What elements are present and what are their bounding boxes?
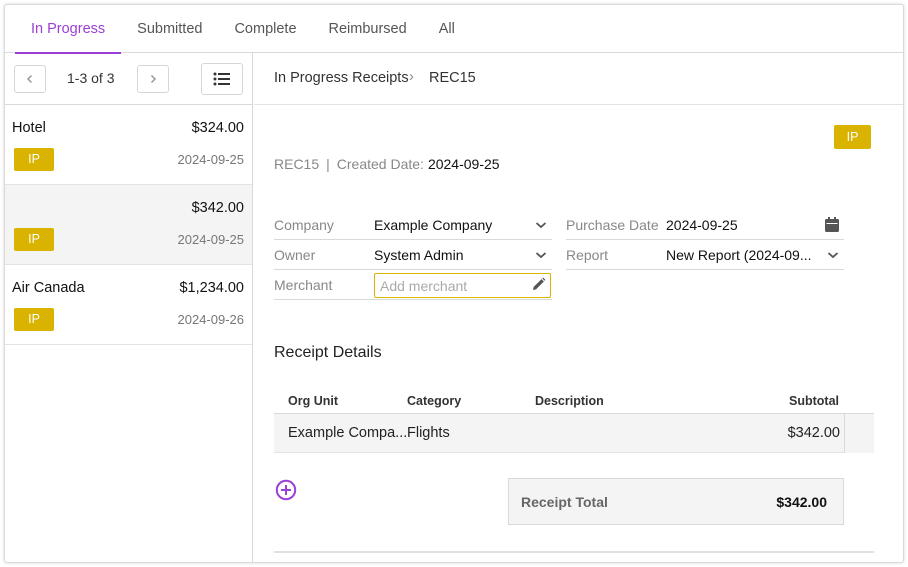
org-unit-header: Org Unit — [288, 394, 338, 408]
report-field[interactable]: Report New Report (2024-09... — [566, 240, 844, 270]
owner-label: Owner — [274, 247, 316, 263]
chevron-down-icon — [535, 252, 547, 259]
subtotal-header: Subtotal — [789, 394, 839, 408]
category-header: Category — [407, 394, 462, 408]
receipt-total-value: $342.00 — [776, 494, 827, 510]
description-header: Description — [535, 394, 604, 408]
receipt-details-heading: Receipt Details — [274, 344, 382, 361]
tab-complete[interactable]: Complete — [218, 5, 312, 53]
app-window: In Progress Submitted Complete Reimburse… — [4, 4, 904, 563]
receipt-date: 2024-09-25 — [177, 232, 245, 247]
purchase-date-value: 2024-09-25 — [666, 217, 738, 233]
row-actions-cell — [844, 414, 874, 453]
receipt-name: Air Canada — [12, 280, 85, 296]
tab-submitted[interactable]: Submitted — [121, 5, 218, 53]
receipt-amount: $342.00 — [191, 200, 244, 216]
owner-value: System Admin — [374, 247, 464, 263]
receipt-meta: REC15 | Created Date: 2024-09-25 — [274, 156, 500, 172]
receipt-list-item[interactable]: Hotel $324.00 IP 2024-09-25 — [5, 105, 252, 185]
created-date-label: Created Date: — [336, 156, 424, 172]
receipt-amount: $1,234.00 — [179, 280, 244, 296]
chevron-down-icon — [827, 252, 839, 259]
tab-in-progress[interactable]: In Progress — [15, 5, 122, 54]
category-cell: Flights — [407, 425, 450, 441]
table-row[interactable]: Example Compa... Flights $342.00 — [274, 414, 874, 453]
report-label: Report — [566, 247, 609, 263]
receipt-id: REC15 — [274, 156, 320, 172]
list-icon — [213, 72, 230, 86]
created-date-value: 2024-09-25 — [427, 156, 500, 172]
company-field[interactable]: Company Example Company — [274, 210, 552, 240]
divider — [274, 551, 874, 553]
merchant-field: Merchant — [274, 270, 552, 300]
status-badge: IP — [14, 228, 54, 251]
receipt-total: Receipt Total $342.00 — [508, 478, 844, 525]
list-view-button[interactable] — [201, 63, 243, 95]
chevron-left-icon — [26, 74, 33, 84]
tab-reimbursed[interactable]: Reimbursed — [313, 5, 423, 53]
merchant-label: Merchant — [274, 277, 333, 293]
receipt-total-label: Receipt Total — [521, 494, 608, 510]
receipt-list-pane: 1-3 of 3 Hotel $324.00 IP 2024-09-25 $34… — [5, 53, 253, 562]
next-page-button[interactable] — [137, 65, 169, 93]
pager: 1-3 of 3 — [5, 53, 252, 105]
add-line-item-icon[interactable] — [275, 479, 297, 501]
receipt-date: 2024-09-25 — [177, 152, 245, 167]
receipt-detail-pane: In Progress Receipts › REC15 IP REC15 | Cr… — [254, 53, 903, 562]
owner-field[interactable]: Owner System Admin — [274, 240, 552, 270]
merchant-input[interactable] — [374, 273, 551, 298]
breadcrumb: In Progress Receipts › REC15 — [254, 53, 903, 105]
receipt-details-table: Org Unit Category Description Subtotal E… — [274, 386, 874, 453]
status-badge: IP — [14, 148, 54, 171]
purchase-date-label: Purchase Date — [566, 217, 659, 233]
receipt-date: 2024-09-26 — [177, 312, 245, 327]
status-badge: IP — [14, 308, 54, 331]
calendar-icon[interactable] — [825, 217, 839, 232]
breadcrumb-separator-icon: › — [409, 69, 414, 85]
page-count: 1-3 of 3 — [67, 70, 115, 86]
breadcrumb-current: REC15 — [429, 70, 476, 86]
previous-page-button[interactable] — [14, 65, 46, 93]
chevron-down-icon — [535, 222, 547, 229]
breadcrumb-parent-link[interactable]: In Progress Receipts — [274, 70, 409, 86]
receipt-status-badge: IP — [834, 125, 871, 149]
chevron-right-icon — [150, 74, 157, 84]
purchase-date-field[interactable]: Purchase Date 2024-09-25 — [566, 210, 844, 240]
tab-all[interactable]: All — [423, 5, 471, 53]
org-unit-cell: Example Compa... — [288, 425, 408, 441]
pencil-icon[interactable] — [531, 277, 546, 292]
company-value: Example Company — [374, 217, 493, 233]
receipt-name: Hotel — [12, 120, 46, 136]
meta-separator: | — [326, 156, 330, 172]
table-header: Org Unit Category Description Subtotal — [274, 386, 874, 414]
receipt-list-item[interactable]: $342.00 IP 2024-09-25 — [5, 185, 252, 265]
receipt-amount: $324.00 — [191, 120, 244, 136]
receipt-list-item[interactable]: Air Canada $1,234.00 IP 2024-09-26 — [5, 265, 252, 345]
status-tabs: In Progress Submitted Complete Reimburse… — [5, 5, 903, 54]
report-value: New Report (2024-09... — [666, 247, 812, 263]
company-label: Company — [274, 217, 334, 233]
subtotal-cell: $342.00 — [787, 425, 840, 441]
